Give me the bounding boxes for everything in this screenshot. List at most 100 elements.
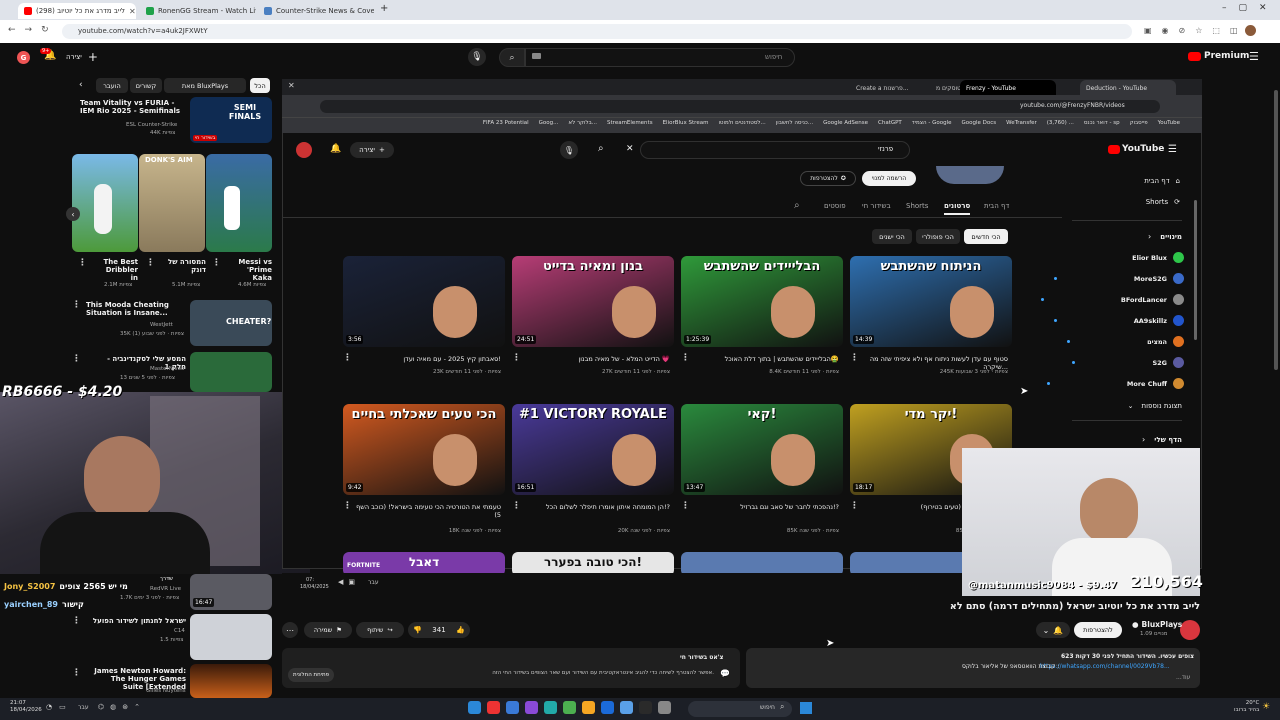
- taskbar-app-icon[interactable]: [639, 701, 652, 714]
- taskbar-app-icon[interactable]: [544, 701, 557, 714]
- browser-tab-2[interactable]: RonenGG Stream - Watch Live ✕: [140, 3, 256, 19]
- more-options-icon[interactable]: ⋮: [72, 668, 81, 678]
- bookmark-item[interactable]: דואר נכנס - sp: [1084, 120, 1120, 130]
- taskbar-app-icon[interactable]: [506, 701, 519, 714]
- weather-widget[interactable]: 20°C בהיר ברובו: [1234, 700, 1259, 714]
- lower-rec-channel-1[interactable]: RedVR Live: [150, 586, 181, 593]
- profile-avatar[interactable]: [1245, 25, 1256, 36]
- chevron-left-icon[interactable]: ‹: [79, 80, 83, 90]
- subscription-item[interactable]: BFordLancer: [1040, 294, 1184, 305]
- video-thumbnail[interactable]: הניתוח שהשתבש 14:39: [850, 256, 1012, 347]
- subscribed-button[interactable]: ⌄ 🔔: [1036, 622, 1070, 638]
- chip-all[interactable]: הכל: [250, 78, 270, 93]
- sort-newest[interactable]: הכי חדשים: [964, 229, 1008, 244]
- user-avatar[interactable]: G: [17, 51, 30, 64]
- channel-tab-videos[interactable]: סרטונים: [944, 202, 971, 215]
- share-button[interactable]: שיתוף ↪: [356, 622, 404, 638]
- lower-rec-thumb-3[interactable]: [190, 664, 272, 698]
- sort-oldest[interactable]: הכי ישנים: [872, 229, 912, 244]
- lower-rec-thumb-1[interactable]: 16:47: [190, 574, 272, 610]
- lower-rec-thumb-2[interactable]: [190, 614, 272, 660]
- rec-channel-3[interactable]: MasterNivoo: [150, 366, 184, 373]
- subscription-item[interactable]: MoreS2G: [1053, 273, 1184, 284]
- more-options-icon[interactable]: ⋮: [850, 353, 859, 363]
- youtube-premium-logo[interactable]: Premium: [1188, 51, 1249, 61]
- video-thumbnail[interactable]: 3:56: [343, 256, 505, 347]
- browser-tab-3[interactable]: Counter-Strike News & Covera ✕: [258, 3, 374, 19]
- more-options-icon[interactable]: ⋮: [850, 501, 859, 511]
- channel-tab-home[interactable]: דף הבית: [984, 202, 1009, 210]
- tray-icons-2[interactable]: ⌬◍⊛⌃: [98, 703, 146, 711]
- save-button[interactable]: שמירה ⚑: [304, 622, 352, 638]
- video-title[interactable]: הדייט המלא - של מאיה מבנון 💗: [520, 355, 670, 363]
- lower-rec-channel-3[interactable]: Gilles Nuytens: [146, 688, 186, 695]
- subscriptions-header[interactable]: מינויים: [1110, 233, 1182, 241]
- create-button[interactable]: יצירה +: [66, 50, 98, 64]
- short-title-2[interactable]: המסורה של דונק: [160, 258, 206, 274]
- video-thumbnail[interactable]: קאי! 13:47: [681, 404, 843, 495]
- tray-lang[interactable]: עבר: [78, 704, 89, 711]
- join-button[interactable]: להצטרפות ✪: [800, 171, 856, 186]
- more-options-icon[interactable]: ⋮: [681, 501, 690, 511]
- video-thumbnail[interactable]: בנון ומאיה בדייט 24:51: [512, 256, 674, 347]
- bookmark-item[interactable]: הצמיד - Google: [912, 120, 952, 130]
- bookmark-item[interactable]: StreamElements: [607, 120, 653, 130]
- video-thumbnail[interactable]: הבלייידים שהשתבש 1:25:39: [681, 256, 843, 347]
- inner-create-button[interactable]: יצירה +: [350, 142, 394, 158]
- video-title[interactable]: טעמתי את הטורטיה הכי טעימה בישראל! (כוכב…: [351, 503, 501, 519]
- more-options-icon[interactable]: ⋮: [681, 353, 690, 363]
- inner-tab-2[interactable]: Frenzy - YouTube: [960, 80, 1056, 96]
- bookmark-item[interactable]: FIFA 23 Potential: [483, 120, 529, 130]
- rec-thumb-3[interactable]: [190, 352, 272, 392]
- channel-tab-posts[interactable]: פוסטים: [824, 202, 846, 210]
- inner-scrollbar[interactable]: [1194, 200, 1197, 340]
- description-more[interactable]: ...עוד: [1176, 674, 1190, 681]
- inner-close-icon[interactable]: ✕: [288, 81, 295, 90]
- bookmark-item[interactable]: לסטודנטים ולמוטו...: [718, 120, 765, 130]
- more-options-icon[interactable]: ⋮: [78, 258, 87, 268]
- bookmark-item[interactable]: WeTransfer: [1006, 120, 1037, 130]
- bookmark-item[interactable]: פייסבוק: [1130, 120, 1148, 130]
- sidebar-shorts[interactable]: Shorts ⟳: [1110, 198, 1180, 206]
- inner-tab-1[interactable]: Deduction - YouTube: [1080, 80, 1176, 96]
- menu-icon[interactable]: ☰: [1249, 50, 1259, 63]
- more-options-icon[interactable]: ⋮: [146, 258, 155, 268]
- inner-mic-icon[interactable]: 🎙: [560, 141, 578, 159]
- tray-icons[interactable]: ◔▭: [46, 703, 73, 711]
- bookmark-item[interactable]: EliorBlux Stream: [663, 120, 709, 130]
- inner-youtube-logo[interactable]: YouTube: [1108, 144, 1164, 154]
- close-icon[interactable]: ✕: [129, 7, 136, 16]
- video-title[interactable]: נהפכתי לחבר של סאב וגם גברזיל!?: [689, 503, 839, 511]
- clock[interactable]: 21:07 18/04/2026: [10, 700, 42, 714]
- channel-avatar-main[interactable]: [1180, 620, 1200, 640]
- video-title[interactable]: הבלייידים שהשתבש | בתוך דלת האוכל🤮: [689, 355, 839, 363]
- bookmark-item[interactable]: Goog...: [539, 120, 559, 130]
- more-options-icon[interactable]: ⋮: [343, 501, 352, 511]
- channel-tab-live[interactable]: בשידור חי: [862, 202, 891, 210]
- more-options-icon[interactable]: ⋮: [512, 501, 521, 511]
- taskbar-app-icon[interactable]: [658, 701, 671, 714]
- more-actions-button[interactable]: ⋯: [282, 622, 298, 638]
- short-thumb-3[interactable]: [206, 154, 272, 252]
- rec-channel-1[interactable]: ESL Counter-Strike: [126, 122, 186, 129]
- short-thumb-1[interactable]: [72, 154, 138, 252]
- inner-tab-4[interactable]: יצירת סרטונים טוסקים מ...: [930, 80, 960, 96]
- sidebar-you[interactable]: הדף שלי: [1130, 436, 1182, 444]
- more-options-icon[interactable]: ⋮: [512, 353, 521, 363]
- more-options-icon[interactable]: ⋮: [212, 258, 221, 268]
- bookmark-item[interactable]: Google AdSense: [823, 120, 868, 130]
- channel-tab-shorts[interactable]: Shorts: [906, 202, 928, 210]
- like-dislike-group[interactable]: 👎 341 👍: [408, 622, 470, 638]
- video-thumbnail[interactable]: #1 VICTORY ROYALE 16:51: [512, 404, 674, 495]
- player-controls-icons[interactable]: ◀▣: [338, 578, 360, 586]
- voice-search-icon[interactable]: 🎙: [468, 48, 486, 66]
- taskbar-app-icon[interactable]: [601, 701, 614, 714]
- bookmark-item[interactable]: YouTube: [1158, 120, 1180, 130]
- more-options-icon[interactable]: ⋮: [72, 616, 81, 626]
- start-button-icon[interactable]: [800, 702, 812, 714]
- keyboard-icon[interactable]: [532, 53, 541, 59]
- sort-popular[interactable]: הכי פופולרי: [916, 229, 960, 244]
- rec-title-2[interactable]: This Mooda Cheating Situation is Insane.…: [86, 301, 186, 317]
- like-icon[interactable]: 👍: [456, 626, 465, 634]
- rec-thumb-2[interactable]: CHEATER?: [190, 300, 272, 346]
